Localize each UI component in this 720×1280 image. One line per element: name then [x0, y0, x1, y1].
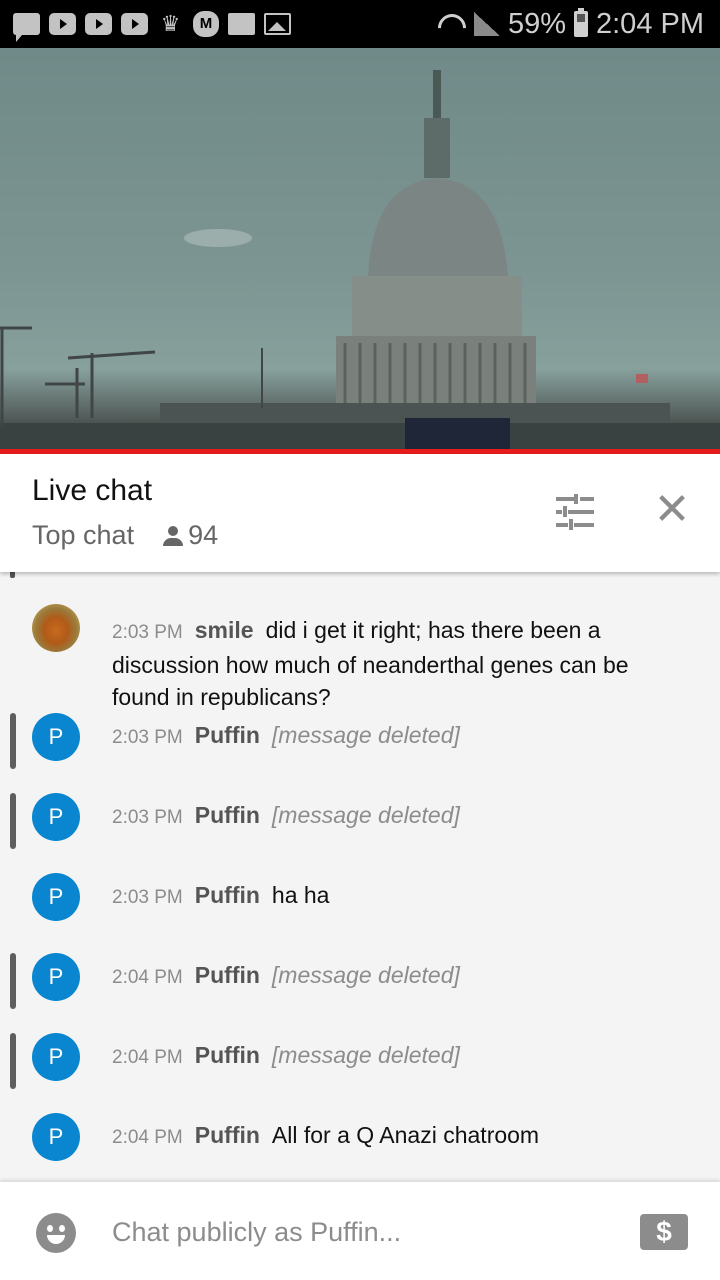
avatar[interactable]: P [32, 1113, 80, 1161]
close-icon[interactable]: ✕ [652, 488, 692, 532]
lantern [424, 118, 450, 178]
folder-icon [228, 13, 255, 35]
message-text: All for a Q Anazi chatroom [271, 1122, 540, 1148]
flag-foreground [405, 418, 510, 450]
slider-line [556, 510, 562, 514]
chat-message-input[interactable] [112, 1210, 612, 1254]
cloud [184, 229, 252, 247]
slider-line [568, 510, 594, 514]
slider-knob [574, 494, 578, 504]
avatar[interactable]: P [32, 873, 80, 921]
message-author[interactable]: smile [195, 617, 254, 643]
emoji-icon[interactable] [36, 1213, 76, 1253]
video-player[interactable] [0, 48, 720, 450]
avatar[interactable]: P [32, 713, 80, 761]
message-time: 2:04 PM [112, 1047, 183, 1068]
cranes [0, 326, 156, 428]
chat-bubble-icon [13, 13, 40, 42]
m-app-icon: M [193, 11, 219, 37]
image-icon [264, 13, 291, 35]
deleted-marker [10, 953, 16, 1009]
slider-line [580, 497, 594, 501]
chat-mode-selector[interactable]: Top chat [32, 520, 134, 551]
video-frame-capitol [0, 70, 720, 450]
message-author[interactable]: Puffin [195, 1122, 260, 1148]
chat-header: Live chat Top chat 94 ✕ [0, 454, 720, 572]
avatar[interactable]: P [32, 953, 80, 1001]
status-bar: ♛ M 59% 2:04 PM [0, 0, 720, 48]
deleted-marker [10, 713, 16, 769]
message-author[interactable]: Puffin [195, 882, 260, 908]
viewer-count: 94 [162, 520, 218, 551]
emoji-mouth [47, 1235, 65, 1244]
message-deleted: [message deleted] [271, 722, 460, 748]
message-text: ha ha [271, 882, 330, 908]
message-author[interactable]: Puffin [195, 802, 260, 828]
viewer-count-value: 94 [188, 520, 219, 550]
deleted-marker [10, 1033, 16, 1089]
message-author[interactable]: Puffin [195, 962, 260, 988]
skyline [0, 423, 720, 450]
emoji-eye [47, 1225, 53, 1232]
message-author[interactable]: Puffin [195, 1042, 260, 1068]
youtube-icon [85, 13, 112, 35]
super-chat-button[interactable]: $ [640, 1214, 688, 1250]
message-text: did i get it right; has there been a dis… [112, 617, 629, 710]
person-icon [162, 525, 184, 546]
chat-message-list[interactable]: 2:03 PM smile did i get it right; has ther… [0, 572, 720, 1182]
youtube-icon [121, 13, 148, 35]
emoji-eye [59, 1225, 65, 1232]
message-time: 2:03 PM [112, 622, 183, 643]
message-time: 2:04 PM [112, 967, 183, 988]
message-deleted: [message deleted] [271, 1042, 460, 1068]
youtube-icon [49, 13, 76, 35]
signal-icon [473, 12, 500, 36]
battery-icon [574, 8, 588, 37]
message-time: 2:03 PM [112, 887, 183, 908]
chat-title: Live chat [32, 474, 153, 507]
chat-input-bar: $ [0, 1182, 720, 1280]
message-time: 2:03 PM [112, 807, 183, 828]
dome [368, 178, 508, 278]
slider-line [574, 523, 594, 527]
message-time: 2:04 PM [112, 1127, 183, 1148]
slider-knob [563, 506, 567, 517]
slider-line [556, 497, 574, 501]
message-deleted: [message deleted] [271, 802, 460, 828]
flag-right [636, 374, 648, 383]
wifi-icon [436, 12, 466, 36]
notification-icons: ♛ M [0, 11, 291, 42]
dome-drum-upper [352, 276, 522, 338]
avatar[interactable] [32, 604, 80, 652]
avatar[interactable]: P [32, 1033, 80, 1081]
slider-knob [569, 519, 573, 530]
statue [433, 70, 441, 120]
slider-line [556, 523, 568, 527]
deleted-marker [10, 793, 16, 849]
battery-percent: 59% [507, 7, 566, 40]
message-deleted: [message deleted] [271, 962, 460, 988]
crown-icon: ♛ [160, 11, 181, 36]
message-time: 2:03 PM [112, 727, 183, 748]
avatar[interactable]: P [32, 793, 80, 841]
message-author[interactable]: Puffin [195, 722, 260, 748]
filter-settings-button[interactable] [556, 494, 594, 530]
clock: 2:04 PM [596, 7, 704, 40]
